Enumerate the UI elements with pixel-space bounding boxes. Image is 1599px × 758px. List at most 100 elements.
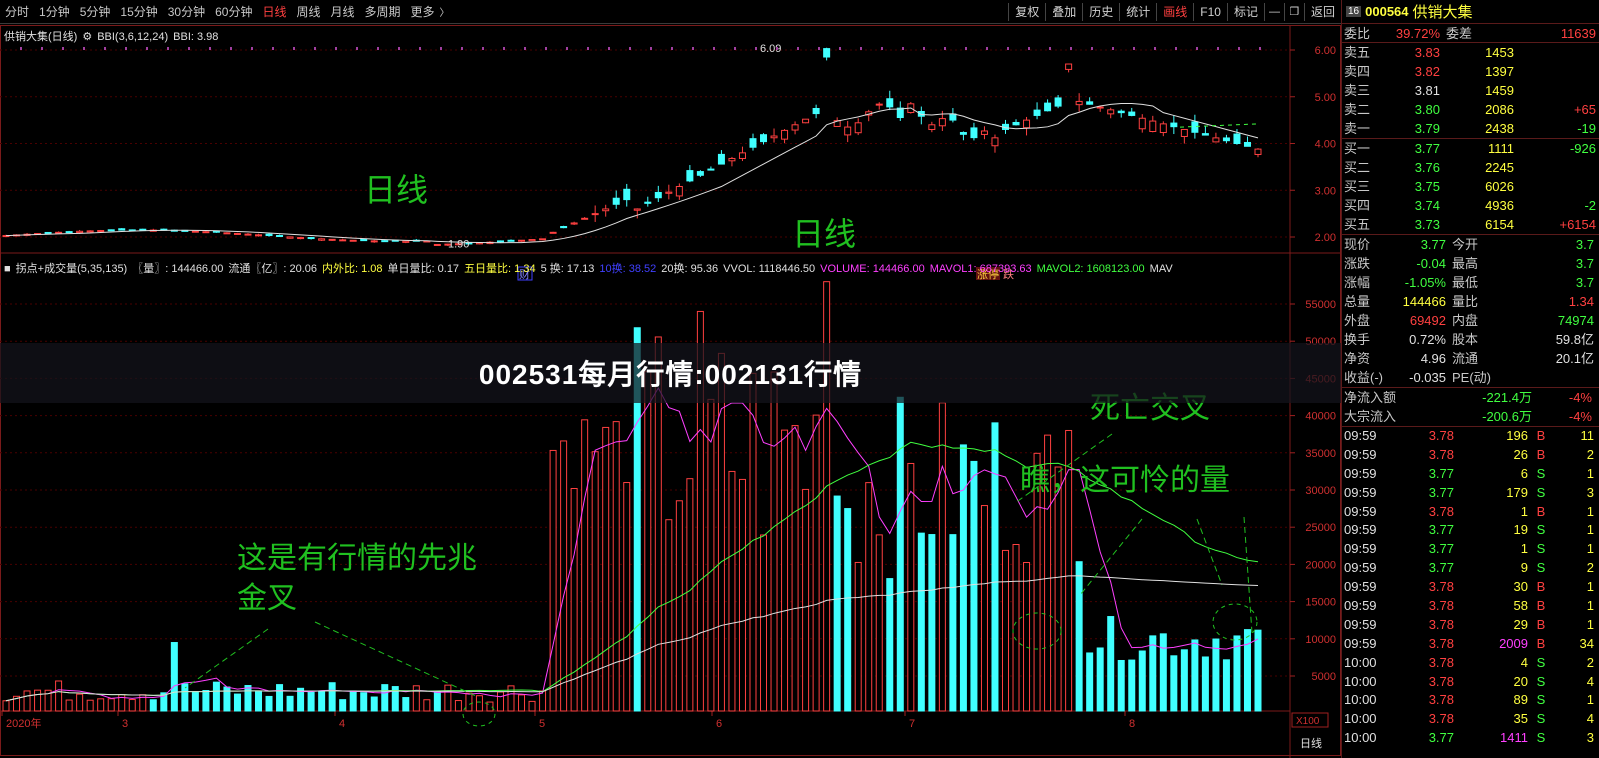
candle-body bbox=[318, 238, 326, 241]
ask-row[interactable]: 卖二 3.80 2086 +65 bbox=[1342, 100, 1599, 119]
quote-label: 换手 bbox=[1344, 332, 1371, 347]
tick-row: 09:59 3.78 196 B 11 bbox=[1342, 427, 1599, 446]
flow-value: -221.4万 bbox=[1482, 390, 1532, 405]
candle-body bbox=[812, 107, 820, 115]
signal-dot bbox=[944, 47, 946, 50]
flow-label: 大宗流入 bbox=[1344, 409, 1397, 424]
timeframe-tab-3[interactable]: 15分钟 bbox=[115, 0, 162, 24]
timeframe-tab-10[interactable]: 更多 bbox=[406, 0, 440, 24]
timeframe-tab-2[interactable]: 5分钟 bbox=[75, 0, 116, 24]
candle-body bbox=[307, 237, 315, 240]
candle-body bbox=[97, 230, 105, 233]
tick-time: 09:59 bbox=[1344, 484, 1377, 500]
bid-row[interactable]: 买二 3.76 2245 bbox=[1342, 158, 1599, 177]
tick-count: 1 bbox=[1586, 522, 1594, 538]
timeframe-tab-4[interactable]: 30分钟 bbox=[163, 0, 210, 24]
volume-bar bbox=[665, 519, 673, 712]
book-price: 3.82 bbox=[1414, 64, 1440, 79]
minimize-icon[interactable]: — bbox=[1263, 3, 1284, 21]
arrow-pity-3 bbox=[1243, 516, 1253, 634]
timeframe-tab-9[interactable]: 多周期 bbox=[360, 0, 406, 24]
book-price: 3.81 bbox=[1414, 83, 1440, 98]
timeframe-tab-6[interactable]: 日线 bbox=[257, 0, 291, 24]
ask-row[interactable]: 卖四 3.82 1397 bbox=[1342, 62, 1599, 81]
bid-row[interactable]: 买四 3.74 4936 -2 bbox=[1342, 196, 1599, 215]
bid-row[interactable]: 买五 3.73 6154 +6154 bbox=[1342, 215, 1599, 234]
volume-bar bbox=[244, 685, 252, 712]
candle-body bbox=[297, 237, 305, 240]
bid-row[interactable]: 买一 3.77 1111 -926 bbox=[1342, 139, 1599, 158]
volume-bar bbox=[149, 699, 157, 712]
volume-bar bbox=[980, 505, 988, 712]
candle-body bbox=[875, 103, 883, 106]
candle-body bbox=[675, 186, 683, 197]
x-tick-label: 3 bbox=[122, 718, 128, 730]
restore-icon[interactable]: ❐ bbox=[1283, 3, 1304, 21]
timeframe-tab-1[interactable]: 1分钟 bbox=[34, 0, 75, 24]
candle-body bbox=[86, 230, 94, 233]
candle-body bbox=[770, 135, 778, 139]
signal-dot bbox=[1217, 47, 1219, 50]
volume-bar bbox=[1243, 629, 1251, 712]
volume-bar bbox=[1180, 649, 1188, 712]
tick-time: 09:59 bbox=[1344, 503, 1377, 519]
bid-row[interactable]: 买三 3.75 6026 bbox=[1342, 177, 1599, 196]
timeframe-tab-5[interactable]: 60分钟 bbox=[210, 0, 257, 24]
volume-bar bbox=[917, 532, 925, 712]
signal-dot bbox=[818, 47, 820, 50]
quote-value: 20.1亿 bbox=[1555, 351, 1594, 366]
tick-price: 3.77 bbox=[1428, 484, 1454, 500]
signal-dot bbox=[524, 47, 526, 50]
tool-button-2[interactable]: 历史 bbox=[1082, 3, 1119, 21]
book-volume: 1453 bbox=[1485, 45, 1514, 60]
volume-bar bbox=[896, 396, 904, 712]
signal-dot bbox=[398, 47, 400, 50]
timeframe-tab-0[interactable]: 分时 bbox=[0, 0, 34, 24]
tool-button-5[interactable]: F10 bbox=[1193, 3, 1227, 21]
candle-body bbox=[602, 208, 610, 212]
volume-bar bbox=[349, 690, 357, 712]
flow-label: 净流入额 bbox=[1344, 390, 1397, 405]
tool-button-4[interactable]: 画线 bbox=[1156, 3, 1193, 21]
indicator-square-icon[interactable]: ■ bbox=[4, 260, 11, 278]
book-level-label: 买二 bbox=[1344, 160, 1371, 175]
candle-body bbox=[728, 157, 736, 162]
volume-bar bbox=[949, 534, 957, 712]
back-button[interactable]: 返回 bbox=[1303, 3, 1341, 21]
quote-row: 涨幅 -1.05% 最低 3.7 bbox=[1342, 273, 1599, 292]
x-tick-label: 6 bbox=[716, 718, 722, 730]
bbi-indicator-label[interactable]: BBI(3,6,12,24) bbox=[97, 28, 168, 46]
ask-row[interactable]: 卖三 3.81 1459 bbox=[1342, 81, 1599, 100]
volume-info-item: 〖量〗: 144466.00 bbox=[132, 263, 224, 275]
timeframe-tab-8[interactable]: 月线 bbox=[326, 0, 360, 24]
candle-body bbox=[949, 113, 957, 121]
timeframe-tab-7[interactable]: 周线 bbox=[291, 0, 325, 24]
volume-bar bbox=[286, 695, 294, 712]
signal-dot bbox=[1238, 47, 1240, 50]
flow-value: -200.6万 bbox=[1482, 409, 1532, 424]
ask-row[interactable]: 卖五 3.83 1453 bbox=[1342, 43, 1599, 62]
chevron-right-icon[interactable]: 〉 bbox=[440, 4, 450, 19]
volume-info-item: MAVOL1: 687393.63 bbox=[929, 263, 1032, 275]
volume-bar bbox=[97, 698, 105, 712]
signal-dot bbox=[461, 47, 463, 50]
ask-row[interactable]: 卖一 3.79 2438 -19 bbox=[1342, 119, 1599, 138]
tick-count: 1 bbox=[1586, 616, 1594, 632]
tool-button-6[interactable]: 标记 bbox=[1226, 3, 1264, 21]
tick-count: 4 bbox=[1586, 711, 1594, 727]
indicator-settings-icon[interactable]: ⚙ bbox=[82, 28, 92, 46]
volume-bar bbox=[181, 683, 189, 712]
tick-count: 2 bbox=[1586, 654, 1594, 670]
book-volume: 6026 bbox=[1485, 179, 1514, 194]
candle-body bbox=[1033, 109, 1041, 116]
annotation-golden-2: 金叉 bbox=[237, 582, 297, 615]
tick-time: 09:59 bbox=[1344, 616, 1377, 632]
candle-body bbox=[339, 239, 347, 242]
candle-body bbox=[938, 118, 946, 127]
volume-bar bbox=[581, 419, 589, 712]
tool-button-1[interactable]: 叠加 bbox=[1045, 3, 1082, 21]
tick-price: 3.78 bbox=[1428, 598, 1454, 614]
tool-button-0[interactable]: 复权 bbox=[1008, 3, 1045, 21]
arrow-golden-left bbox=[184, 628, 269, 689]
tool-button-3[interactable]: 统计 bbox=[1119, 3, 1156, 21]
